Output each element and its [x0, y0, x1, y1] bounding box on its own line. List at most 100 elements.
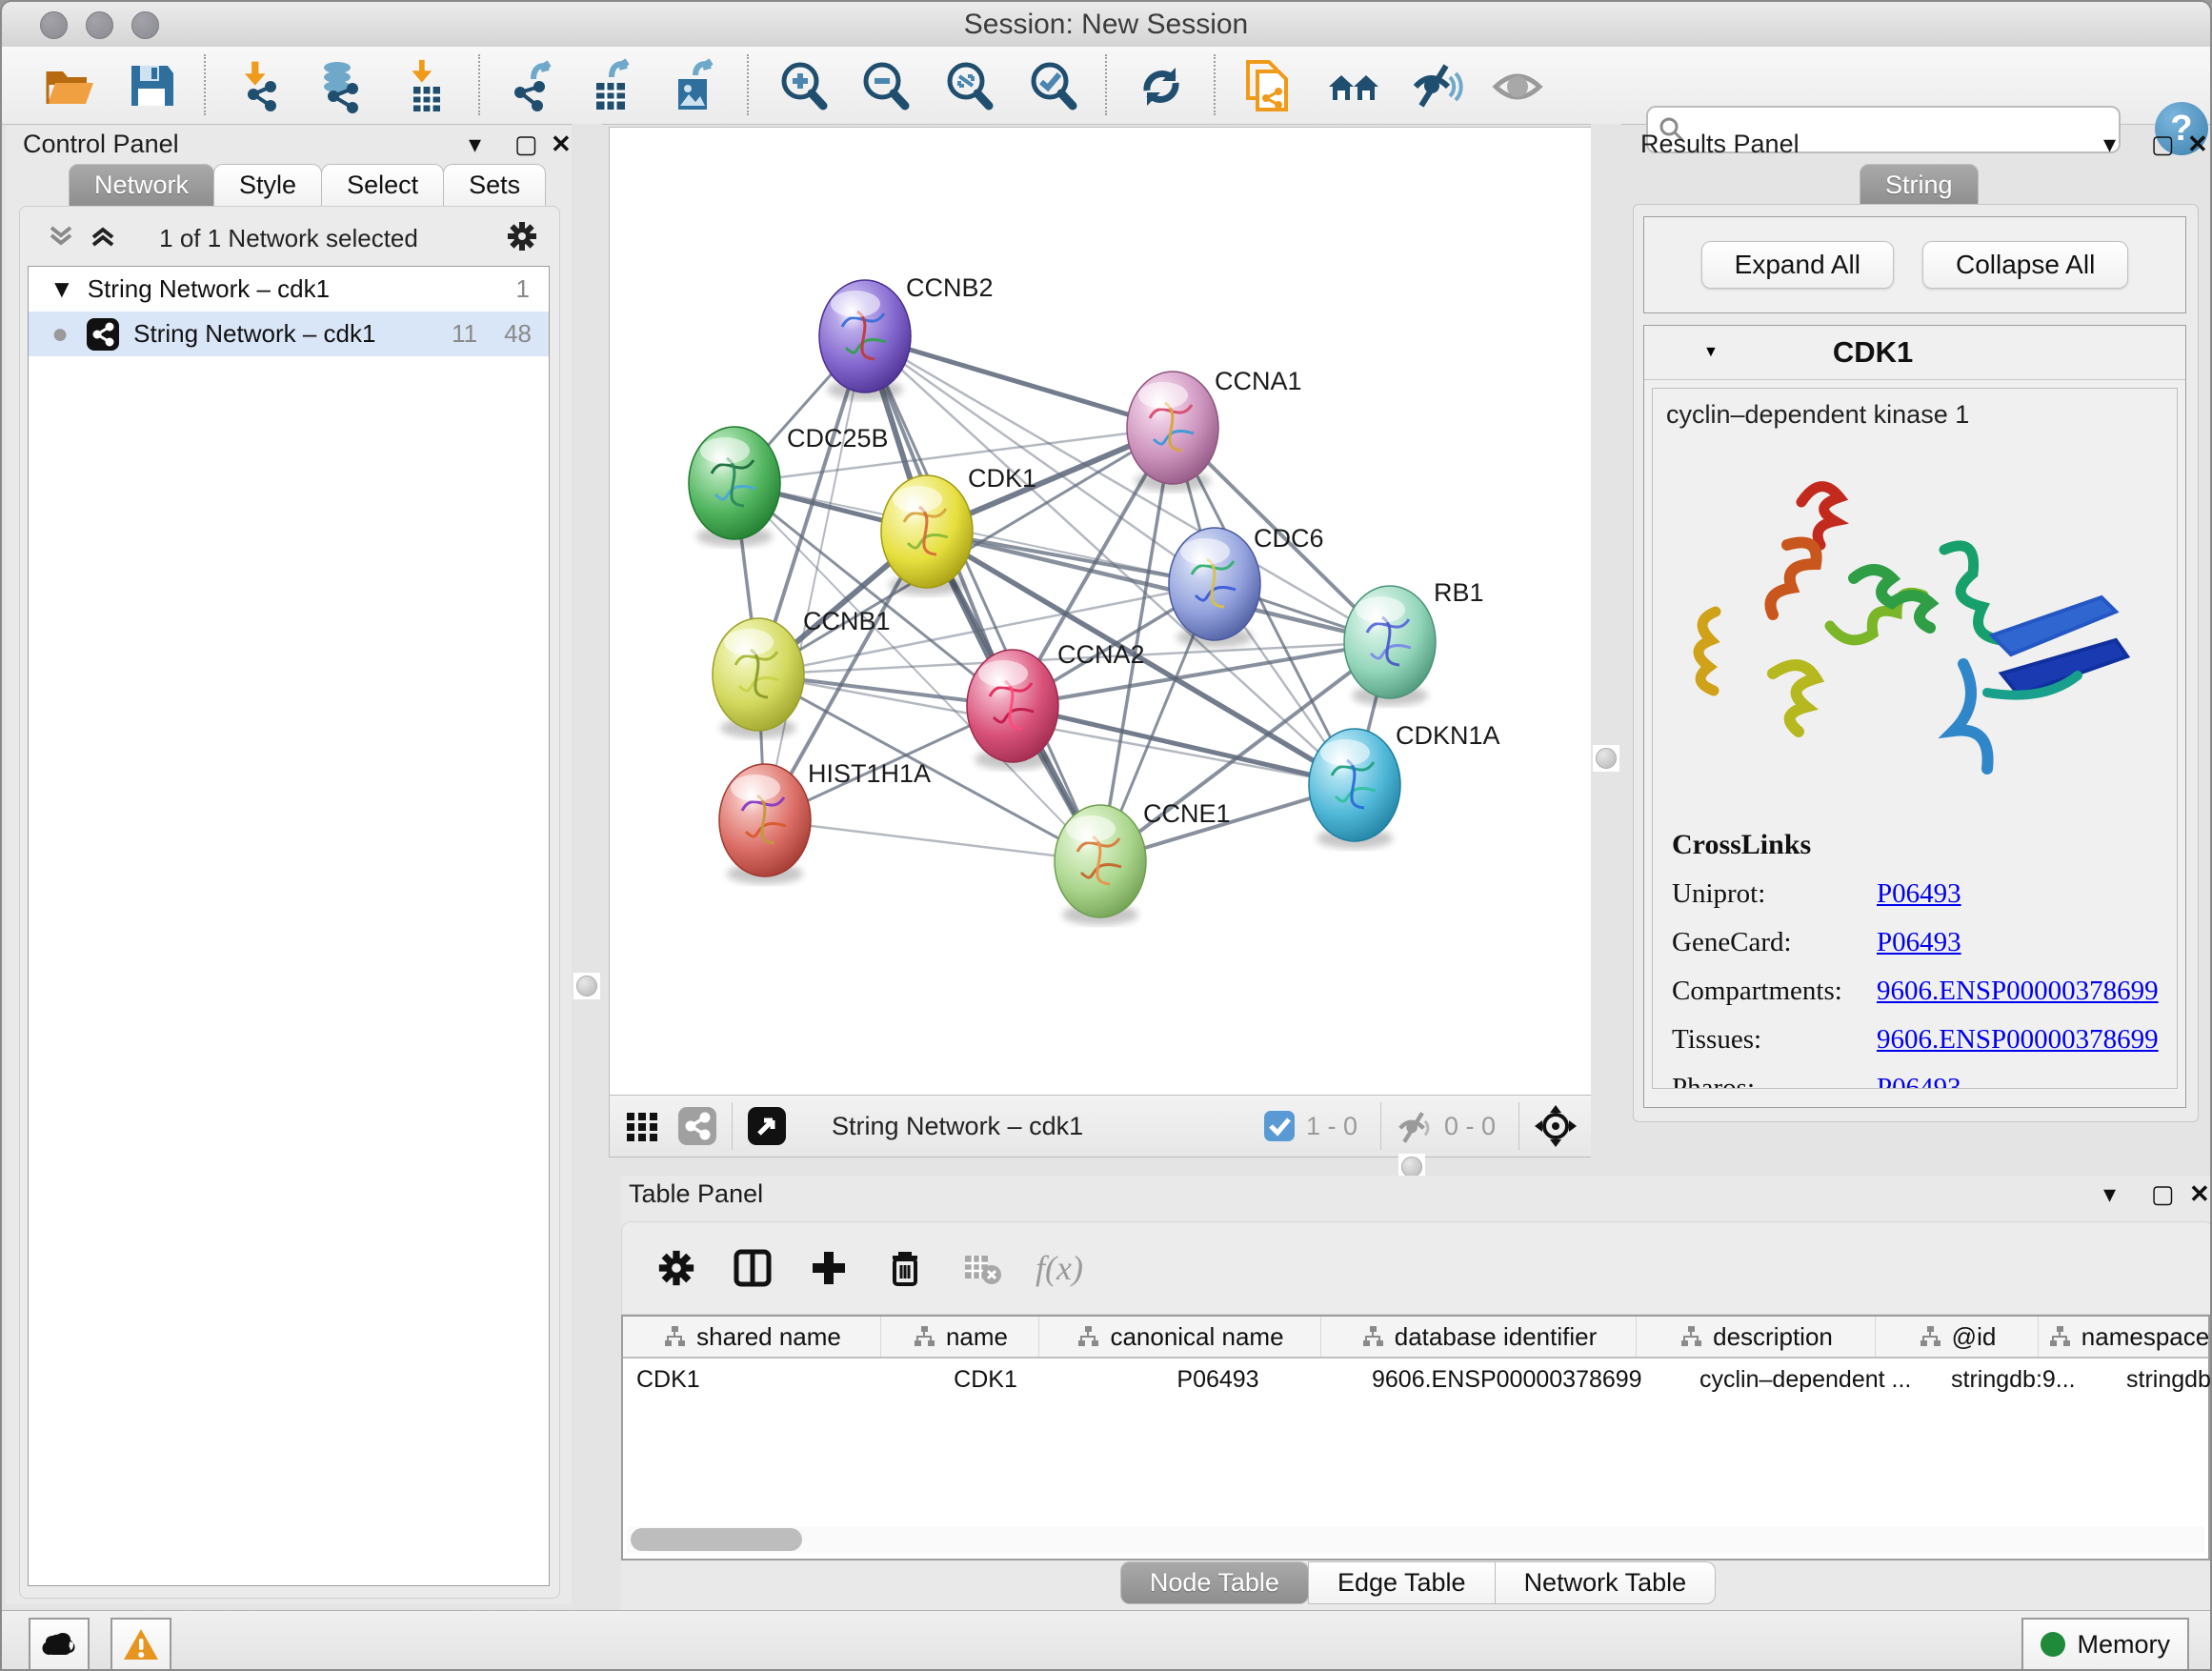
network-collection-row[interactable]: ▼ String Network – cdk1 1: [29, 267, 549, 312]
collapse-all-button[interactable]: Collapse All: [1922, 241, 2128, 289]
column-header-id[interactable]: @id: [1876, 1317, 2039, 1357]
node-CCNA1[interactable]: CCNA1: [1127, 367, 1302, 492]
node-CCNE1[interactable]: CCNE1: [1055, 799, 1231, 925]
gene-disclosure-triangle-icon[interactable]: ▼: [1703, 344, 1719, 361]
clone-network-icon[interactable]: [1240, 58, 1296, 113]
crosslink-compartments-link[interactable]: 9606.ENSP00000378699: [1877, 976, 2159, 1007]
node-CCNB2[interactable]: CCNB2: [819, 273, 994, 400]
node-count: 11: [452, 319, 477, 349]
import-table-icon[interactable]: [398, 58, 453, 113]
results-panel-float-icon[interactable]: ▢: [2151, 130, 2175, 159]
tab-network[interactable]: Network: [69, 164, 214, 207]
selected-node-edge-count: 1 - 0: [1306, 1112, 1357, 1141]
horizontal-splitter[interactable]: [621, 1158, 2212, 1176]
crosslink-pharos-link[interactable]: P06493: [1877, 1073, 1961, 1089]
node-label-CCNA2: CCNA2: [1057, 640, 1145, 669]
zoom-out-icon[interactable]: [857, 58, 913, 113]
crosslink-genecard-link[interactable]: P06493: [1877, 927, 1961, 958]
vertical-splitter-right[interactable]: [1591, 124, 1621, 1158]
cell-databaseidentifier[interactable]: 9606.ENSP00000378699: [1358, 1359, 1686, 1400]
hide-selected-eye-icon[interactable]: [1408, 58, 1463, 113]
network-canvas[interactable]: CCNB2CCNA1CDC25BCDK1CDC6RB1CCNB1CCNA2HIS…: [609, 127, 1593, 1096]
minimize-window-button[interactable]: [86, 11, 113, 39]
show-all-networks-icon[interactable]: [1326, 58, 1381, 113]
cell-name[interactable]: CDK1: [894, 1359, 1064, 1400]
cell-namespace[interactable]: stringdb: [2113, 1359, 2212, 1400]
add-column-icon[interactable]: [807, 1246, 851, 1290]
node-CDKN1A[interactable]: CDKN1A: [1309, 721, 1500, 849]
fit-content-crosshair-icon[interactable]: [1533, 1103, 1579, 1149]
table-row[interactable]: CDK1CDK1P064939606.ENSP00000378699cyclin…: [623, 1359, 2208, 1400]
warnings-button[interactable]: [111, 1618, 171, 1671]
tab-edge-table[interactable]: Edge Table: [1308, 1561, 1496, 1604]
column-header-canonicalname[interactable]: canonical name: [1039, 1317, 1321, 1357]
grid-view-icon[interactable]: [621, 1105, 663, 1147]
column-header-description[interactable]: description: [1637, 1317, 1876, 1357]
string-network-graph[interactable]: CCNB2CCNA1CDC25BCDK1CDC6RB1CCNB1CCNA2HIS…: [610, 128, 1592, 1095]
network-row[interactable]: ● String Network – cdk1 11 48: [29, 312, 549, 356]
control-panel-collapse-icon[interactable]: ▾: [469, 130, 481, 159]
export-network-icon[interactable]: [505, 58, 560, 113]
node-label-CDC6: CDC6: [1254, 524, 1324, 553]
vertical-splitter-left[interactable]: [572, 124, 602, 1604]
column-header-name[interactable]: name: [881, 1317, 1039, 1357]
tab-node-table[interactable]: Node Table: [1120, 1561, 1309, 1604]
zoom-selected-icon[interactable]: [1025, 58, 1080, 113]
control-panel-close-icon[interactable]: ✕: [551, 130, 572, 159]
edge-CCNB2-CCNA1[interactable]: [865, 336, 1173, 428]
node-CDC25B[interactable]: CDC25B: [689, 424, 889, 547]
expand-all-button[interactable]: Expand All: [1701, 241, 1894, 289]
table-panel-float-icon[interactable]: ▢: [2151, 1179, 2175, 1209]
control-panel-float-icon[interactable]: ▢: [514, 130, 538, 159]
zoom-in-icon[interactable]: [775, 58, 831, 113]
results-panel-close-icon[interactable]: ✕: [2187, 130, 2208, 159]
delete-trash-icon[interactable]: [883, 1246, 927, 1290]
selected-checkbox-icon[interactable]: [1262, 1109, 1297, 1143]
edge-CCNA2-CDKN1A[interactable]: [1013, 706, 1355, 785]
table-panel-close-icon[interactable]: ✕: [2189, 1179, 2210, 1209]
edge-HIST1H1A-CCNE1[interactable]: [765, 820, 1100, 861]
import-network-file-icon[interactable]: [232, 58, 288, 113]
table-gear-icon[interactable]: [654, 1246, 698, 1290]
save-session-icon[interactable]: [124, 58, 179, 113]
gear-icon[interactable]: [504, 218, 540, 254]
node-HIST1H1A[interactable]: HIST1H1A: [719, 759, 931, 884]
cell-id[interactable]: stringdb:9...: [1938, 1359, 2113, 1400]
column-type-icon: [1679, 1324, 1703, 1349]
edge-CCNB2-HIST1H1A[interactable]: [765, 336, 865, 820]
table-panel-collapse-icon[interactable]: ▾: [2103, 1179, 2116, 1209]
birdseye-view-icon[interactable]: [746, 1105, 788, 1147]
delete-table-icon: [959, 1246, 1003, 1290]
memory-button[interactable]: Memory: [2021, 1618, 2189, 1671]
zoom-window-button[interactable]: [131, 11, 159, 39]
scrollbar-thumb[interactable]: [631, 1528, 802, 1551]
refresh-icon[interactable]: [1134, 58, 1189, 113]
close-window-button[interactable]: [40, 11, 68, 39]
crosslink-uniprot-link[interactable]: P06493: [1877, 878, 1961, 910]
import-network-database-icon[interactable]: [312, 58, 368, 113]
column-header-sharedname[interactable]: shared name: [623, 1317, 881, 1357]
cloud-button[interactable]: [29, 1618, 90, 1671]
open-session-icon[interactable]: [42, 58, 97, 113]
node-CCNB1[interactable]: CCNB1: [713, 607, 891, 738]
node-RB1[interactable]: RB1: [1344, 578, 1484, 706]
tab-select[interactable]: Select: [321, 164, 444, 207]
zoom-fit-icon[interactable]: [941, 58, 996, 113]
disclosure-triangle-icon[interactable]: ▼: [50, 274, 74, 304]
network-share-gray-icon[interactable]: [676, 1105, 718, 1147]
cell-sharedname[interactable]: CDK1: [623, 1359, 894, 1400]
column-header-databaseidentifier[interactable]: database identifier: [1321, 1317, 1637, 1357]
show-columns-icon[interactable]: [731, 1246, 774, 1290]
tab-style[interactable]: Style: [213, 164, 322, 207]
column-header-namespace[interactable]: namespace: [2039, 1317, 2212, 1357]
table-horizontal-scrollbar[interactable]: [627, 1526, 2204, 1553]
export-image-icon[interactable]: [667, 58, 722, 113]
tab-network-table[interactable]: Network Table: [1495, 1561, 1717, 1604]
tab-string[interactable]: String: [1860, 164, 1979, 207]
crosslink-tissues-link[interactable]: 9606.ENSP00000378699: [1877, 1024, 2159, 1056]
cell-canonicalname[interactable]: P06493: [1064, 1359, 1358, 1400]
tab-sets[interactable]: Sets: [443, 164, 546, 207]
export-table-icon[interactable]: [585, 58, 640, 113]
cell-description[interactable]: cyclin–dependent ...: [1686, 1359, 1938, 1400]
results-panel-collapse-icon[interactable]: ▾: [2103, 130, 2116, 159]
